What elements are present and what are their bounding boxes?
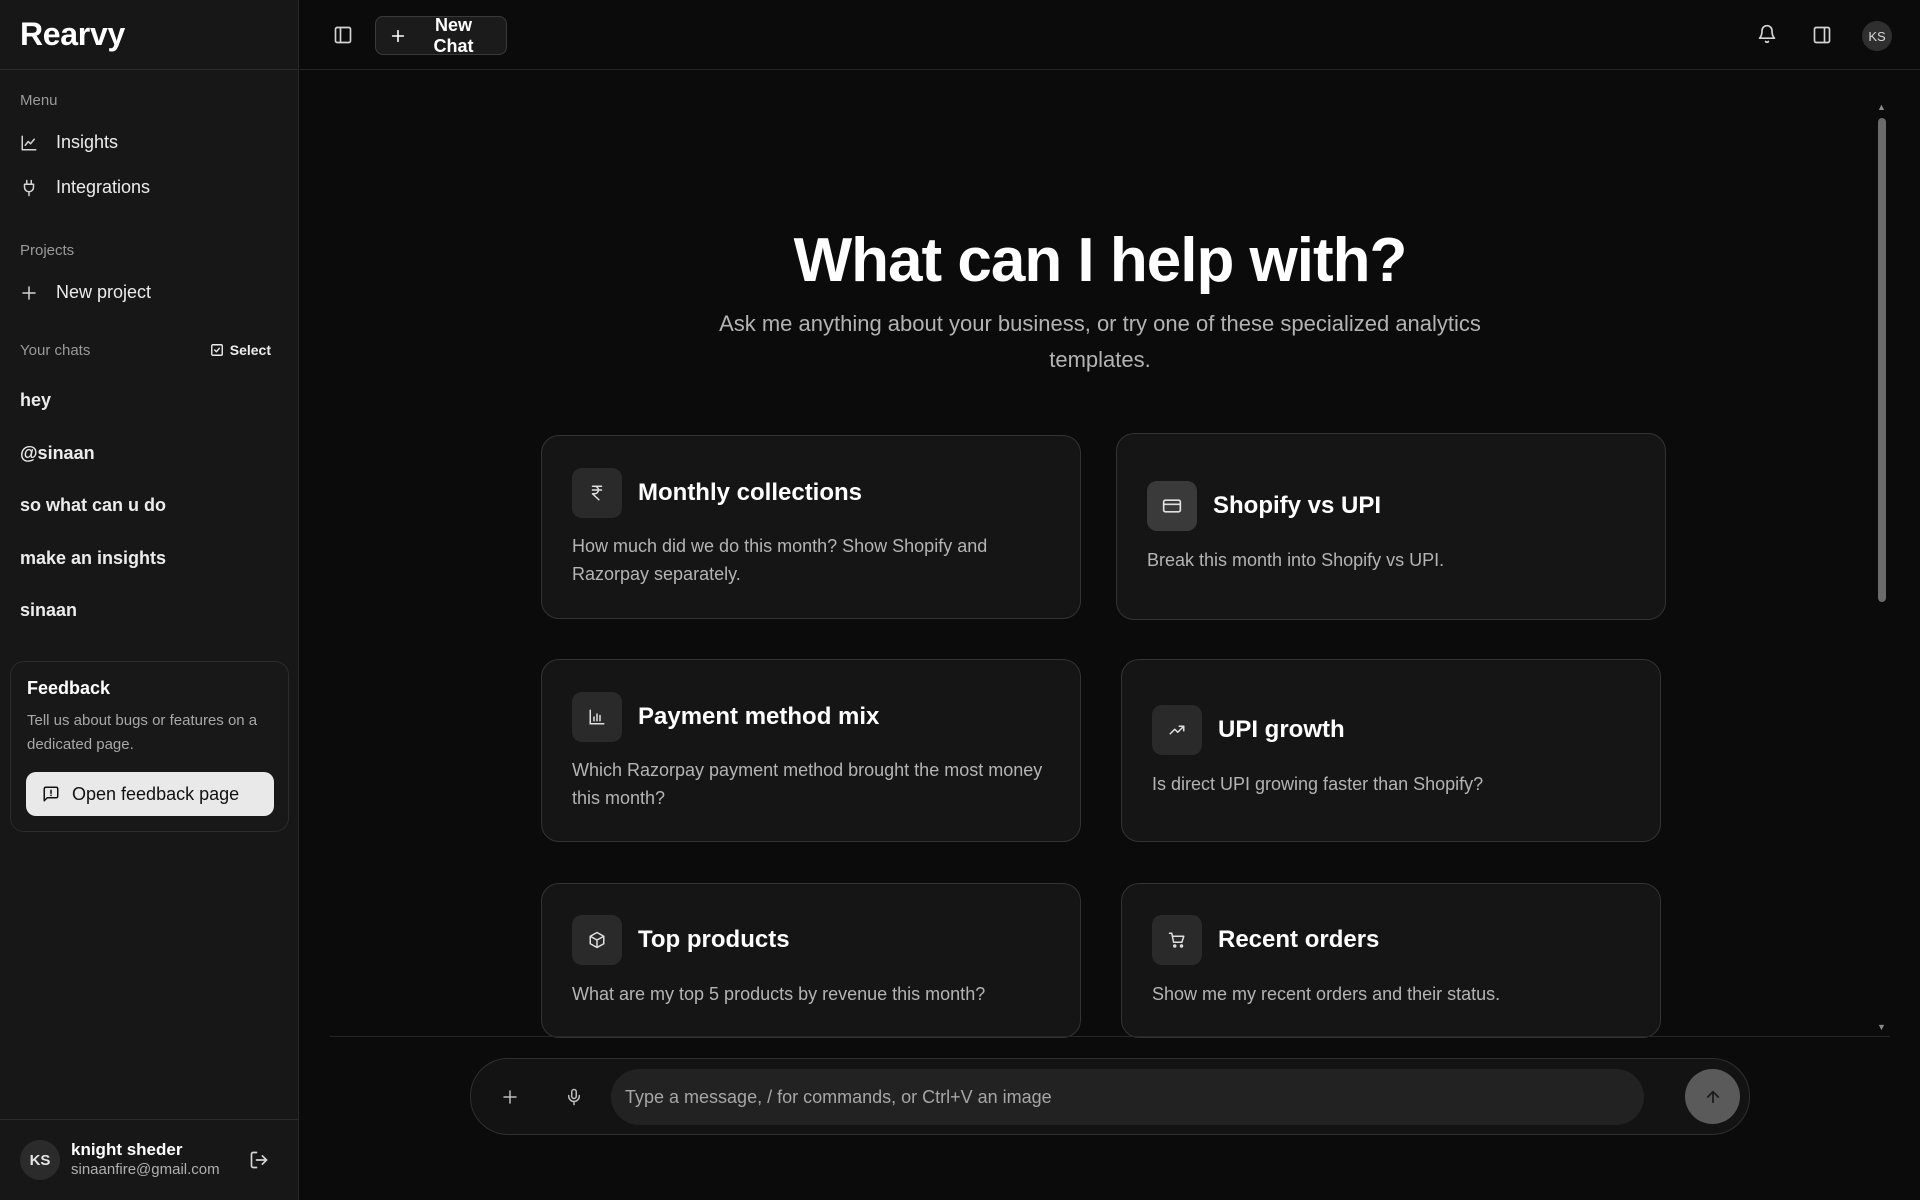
card-description: Break this month into Shopify vs UPI. — [1147, 550, 1445, 570]
sidebar-item-insights[interactable]: Insights — [20, 132, 118, 153]
card-description: What are my top 5 products by revenue th… — [572, 984, 986, 1004]
user-profile: KS knight sheder sinaanfire@gmail.com — [0, 1119, 299, 1200]
sidebar-item-integrations[interactable]: Integrations — [20, 177, 150, 198]
avatar[interactable]: KS — [1862, 21, 1892, 51]
feedback-text: Tell us about bugs or features on a dedi… — [27, 712, 258, 753]
top-header: New Chat KS — [300, 0, 1920, 70]
user-name: knight sheder — [71, 1140, 183, 1159]
card-title: Top products — [638, 926, 790, 953]
new-chat-label: New Chat — [433, 14, 474, 56]
chats-section-label: Your chats — [20, 342, 91, 359]
user-info: knight sheder sinaanfire@gmail.com — [71, 1140, 220, 1180]
chat-item[interactable]: make an insights — [20, 548, 166, 569]
card-description: How much did we do this month? Show Shop… — [572, 536, 988, 584]
template-card-payment-method-mix[interactable]: Payment method mix Which Razorpay paymen… — [541, 659, 1081, 842]
select-label: Select — [229, 342, 271, 358]
sidebar-item-label: Integrations — [56, 177, 151, 197]
new-project-label: New project — [56, 282, 152, 302]
chat-item[interactable]: hey — [20, 390, 51, 411]
page-title: What can I help with? — [793, 226, 1408, 295]
template-card-top-products[interactable]: Top products What are my top 5 products … — [541, 883, 1081, 1038]
message-square-icon — [42, 785, 60, 803]
package-icon — [572, 915, 622, 965]
composer-divider — [330, 1036, 1890, 1037]
sidebar: Rearvy Menu Insights Integrations Projec… — [0, 0, 299, 1200]
card-description: Which Razorpay payment method brought th… — [572, 760, 1043, 808]
select-chats-button[interactable]: Select — [210, 342, 271, 358]
scroll-down-icon[interactable]: ▼ — [1877, 1022, 1886, 1032]
line-chart-icon — [20, 134, 38, 152]
new-chat-button[interactable]: New Chat — [375, 14, 507, 56]
card-description: Show me my recent orders and their statu… — [1152, 984, 1501, 1004]
plug-icon — [20, 179, 38, 197]
plus-icon — [390, 28, 406, 44]
feedback-card: Feedback Tell us about bugs or features … — [10, 661, 289, 832]
projects-section-label: Projects — [20, 242, 75, 259]
scroll-thumb[interactable] — [1878, 118, 1886, 602]
rupee-icon — [572, 468, 622, 518]
card-title: Recent orders — [1218, 926, 1380, 953]
card-title: UPI growth — [1218, 716, 1345, 743]
message-input[interactable] — [611, 1069, 1644, 1125]
shopping-cart-icon — [1152, 915, 1202, 965]
card-title: Shopify vs UPI — [1213, 492, 1382, 519]
card-description: Is direct UPI growing faster than Shopif… — [1152, 774, 1484, 794]
bell-icon[interactable] — [1757, 24, 1777, 44]
send-button[interactable] — [1685, 1069, 1740, 1124]
new-project-button[interactable]: New project — [20, 282, 151, 303]
brand-logo: Rearvy — [0, 0, 298, 70]
open-feedback-label: Open feedback page — [72, 783, 240, 804]
avatar[interactable]: KS — [20, 1140, 60, 1180]
checkbox-icon — [210, 343, 224, 357]
page-subtitle: Ask me anything about your business, or … — [719, 311, 1481, 372]
plus-icon[interactable] — [501, 1088, 519, 1106]
toggle-sidebar-icon[interactable] — [333, 25, 353, 45]
sidebar-item-label: Insights — [56, 132, 119, 152]
panel-right-icon[interactable] — [1812, 25, 1832, 45]
template-card-recent-orders[interactable]: Recent orders Show me my recent orders a… — [1121, 883, 1661, 1038]
plus-icon — [20, 284, 38, 302]
open-feedback-button[interactable]: Open feedback page — [26, 772, 274, 816]
chat-item[interactable]: @sinaan — [20, 443, 95, 464]
card-title: Monthly collections — [638, 479, 863, 506]
chat-item[interactable]: so what can u do — [20, 495, 166, 516]
template-card-monthly-collections[interactable]: Monthly collections How much did we do t… — [541, 435, 1081, 619]
chat-item[interactable]: sinaan — [20, 600, 77, 621]
card-title: Payment method mix — [638, 703, 880, 730]
message-composer — [470, 1058, 1750, 1135]
credit-card-icon — [1147, 481, 1197, 531]
template-card-shopify-vs-upi[interactable]: Shopify vs UPI Break this month into Sho… — [1116, 433, 1666, 620]
scroll-up-icon[interactable]: ▲ — [1877, 102, 1886, 112]
feedback-title: Feedback — [27, 678, 111, 698]
template-card-upi-growth[interactable]: UPI growth Is direct UPI growing faster … — [1121, 659, 1661, 842]
user-email: sinaanfire@gmail.com — [71, 1161, 220, 1178]
microphone-icon[interactable] — [565, 1087, 583, 1107]
logout-icon[interactable] — [249, 1150, 269, 1170]
trending-up-icon — [1152, 705, 1202, 755]
arrow-up-icon — [1704, 1088, 1722, 1106]
main-scrollbar[interactable]: ▲ ▼ — [1875, 100, 1889, 1036]
bar-chart-icon — [572, 692, 622, 742]
menu-section-label: Menu — [20, 92, 58, 109]
